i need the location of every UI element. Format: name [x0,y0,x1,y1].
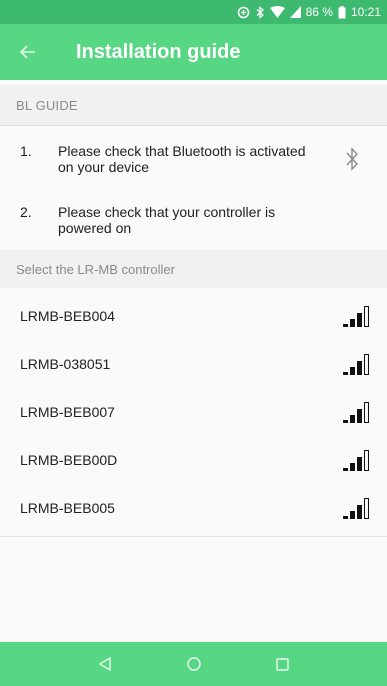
step-power: 2. Please check that your controller is … [0,204,387,236]
signal-strength-icon [343,497,369,519]
battery-icon [338,5,346,19]
app-bar: Installation guide [0,24,387,80]
step-number: 2. [20,204,32,220]
device-row-lrmb-beb005[interactable]: LRMB-BEB005 [0,484,387,532]
page-title: Installation guide [76,40,241,63]
signal-strength-icon [343,449,369,471]
clock: 10:21 [350,5,381,19]
cell-signal-icon [289,6,301,18]
nav-back-button[interactable] [85,644,125,684]
signal-strength-icon [343,305,369,327]
device-row-lrmb-beb007[interactable]: LRMB-BEB007 [0,388,387,436]
arrow-left-icon [20,45,35,59]
step-bluetooth: 1. Please check that Bluetooth is activa… [0,143,387,175]
bluetooth-icon [345,147,359,174]
device-name: LRMB-BEB00D [20,452,118,468]
device-name: LRMB-BEB007 [20,404,115,420]
triangle-back-icon [98,657,111,671]
device-row-lrmb-038051[interactable]: LRMB-038051 [0,340,387,388]
status-bar: 86 % 10:21 [0,0,387,24]
divider [0,125,387,126]
list-end-divider [0,536,387,537]
device-name: LRMB-BEB004 [20,308,115,324]
battery-percent: 86 % [305,5,333,19]
select-controller-header: Select the LR-MB controller [0,250,387,288]
screen: 86 % 10:21 Installation guide BL GUIDE 1… [0,0,387,686]
nav-home-button[interactable] [174,644,214,684]
device-name: LRMB-038051 [20,356,111,372]
bl-guide-header: BL GUIDE [0,85,387,125]
device-name: LRMB-BEB005 [20,500,115,516]
data-saver-icon [237,6,250,19]
device-row-lrmb-beb004[interactable]: LRMB-BEB004 [0,292,387,340]
bluetooth-status-icon [255,5,265,19]
square-recents-icon [276,657,289,671]
back-button[interactable] [0,24,56,80]
circle-home-icon [186,657,201,671]
step-text: Please check that Bluetooth is activated… [58,143,306,175]
nav-recents-button[interactable] [263,644,303,684]
wifi-icon [269,6,285,18]
signal-strength-icon [343,353,369,375]
signal-strength-icon [343,401,369,423]
system-nav-bar [0,642,387,686]
device-row-lrmb-beb00d[interactable]: LRMB-BEB00D [0,436,387,484]
step-number: 1. [20,143,32,159]
step-text: Please check that your controller is pow… [58,204,276,236]
